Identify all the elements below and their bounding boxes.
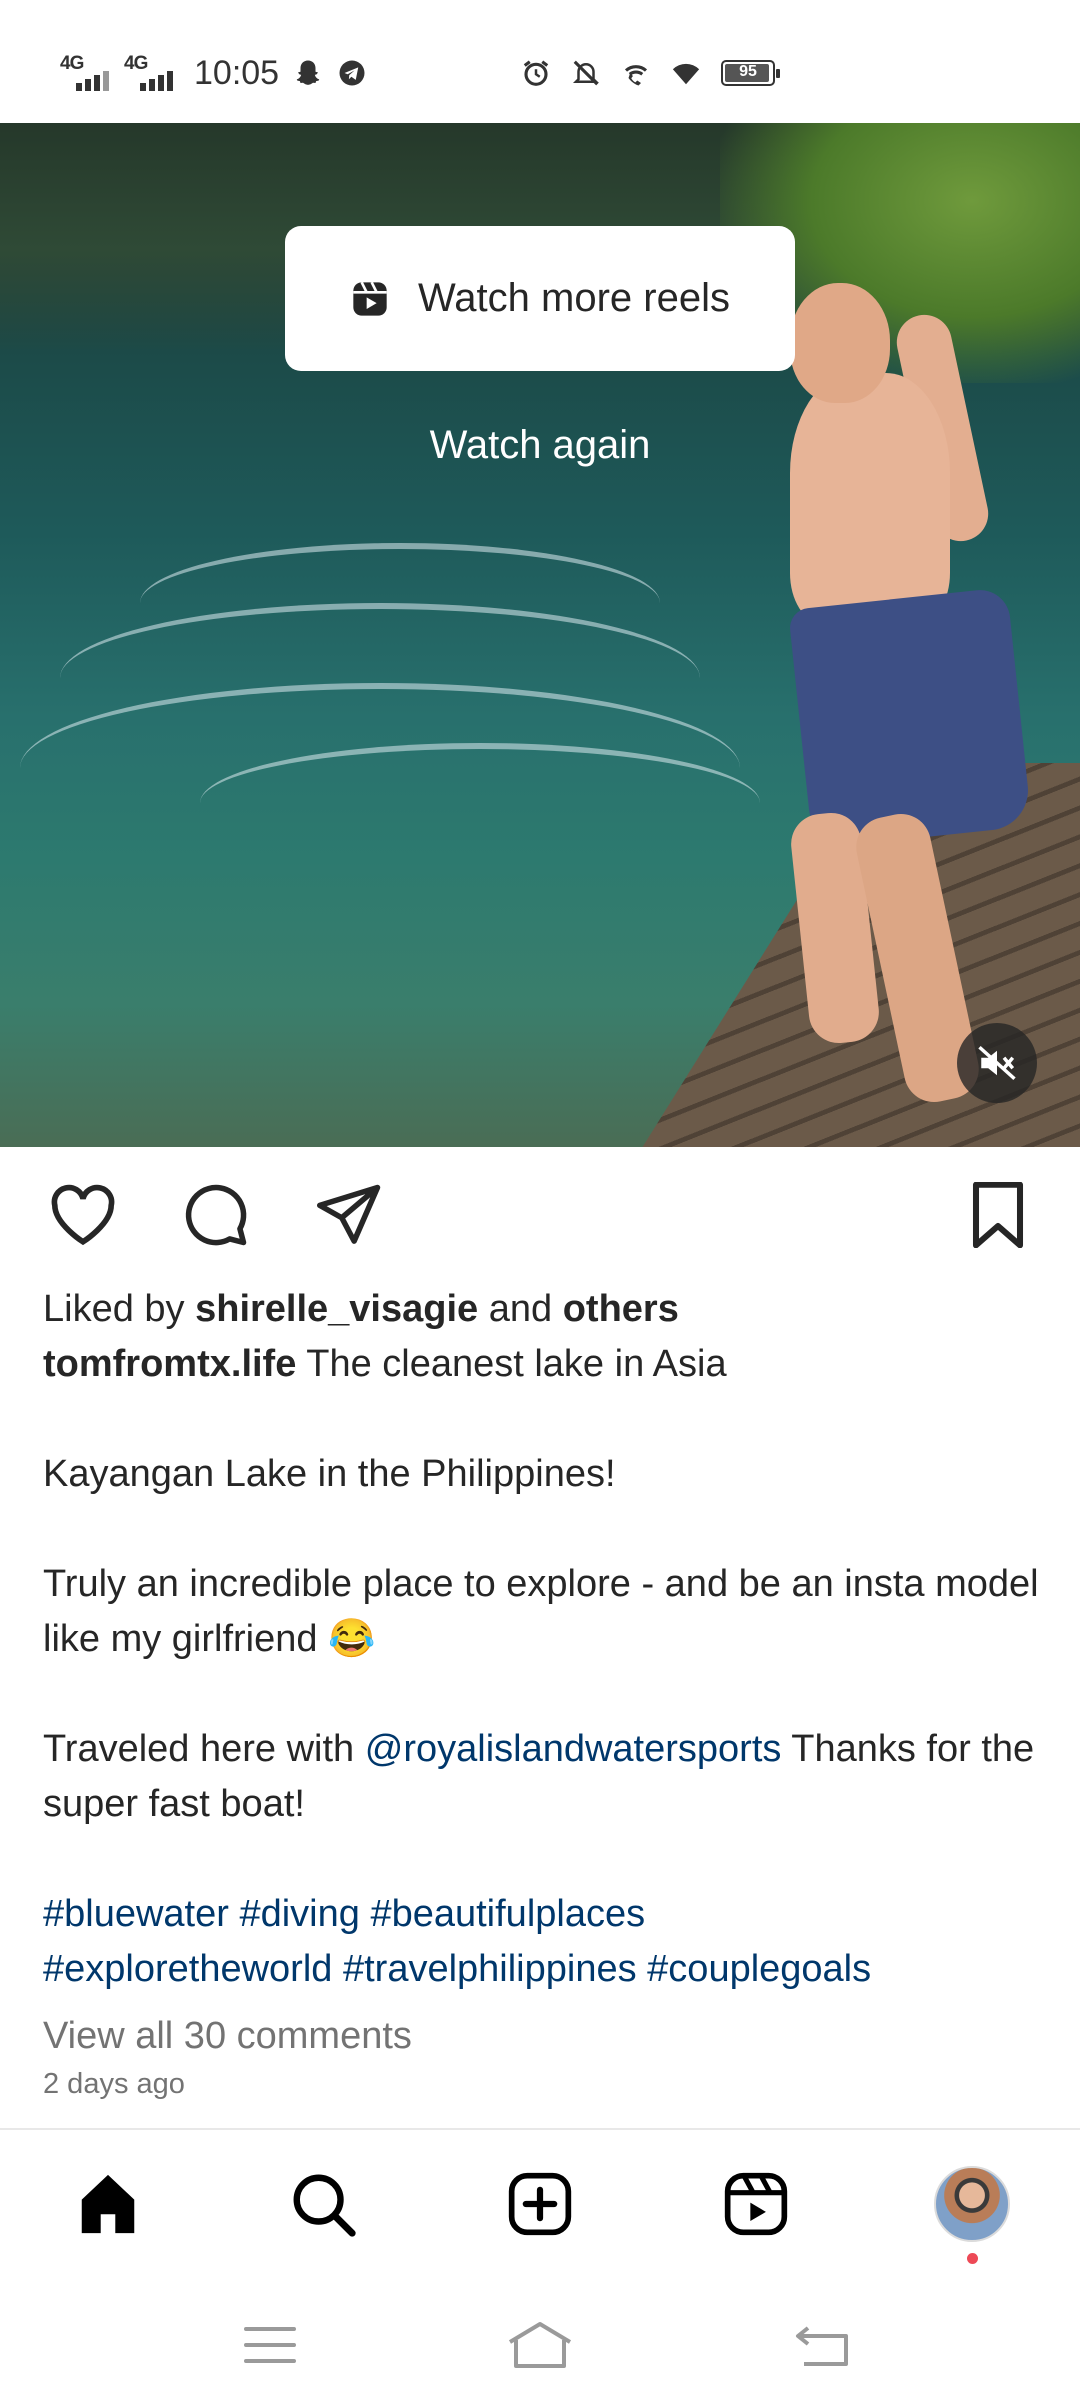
like-button[interactable]: [47, 1179, 119, 1251]
mention-link[interactable]: @royalislandwatersports: [365, 1728, 782, 1770]
nav-search[interactable]: [283, 2164, 363, 2244]
nav-home[interactable]: [68, 2164, 148, 2244]
bookmark-icon: [972, 1182, 1024, 1248]
bottom-nav: [0, 2130, 1080, 2275]
home-icon: [81, 2174, 135, 2234]
wifi-calling-icon: [624, 65, 648, 86]
wifi-icon: [672, 63, 700, 85]
reels-icon: [724, 2172, 788, 2236]
silent-mode-icon: [572, 60, 600, 86]
notification-dot: [967, 2253, 978, 2264]
system-navigation-bar: [0, 2275, 1080, 2400]
reels-icon: [353, 281, 387, 316]
profile-avatar: [934, 2166, 1010, 2242]
hashtag-link[interactable]: #beautifulplaces: [370, 1893, 645, 1935]
signal-4g-sim2-icon: 4G: [124, 53, 174, 93]
status-right: 95: [521, 55, 780, 91]
comment-icon: [185, 1184, 247, 1246]
snapchat-icon: [296, 60, 320, 85]
battery-icon: 95: [721, 60, 780, 86]
video-person: [790, 283, 890, 403]
post-timestamp: 2 days ago: [43, 2068, 185, 2100]
signal-4g-sim1-icon: 4G: [60, 53, 110, 93]
heart-icon: [51, 1184, 115, 1246]
watch-more-reels-button[interactable]: Watch more reels: [285, 226, 795, 371]
search-icon: [293, 2174, 356, 2237]
caption-first-line: tomfromtx.life The cleanest lake in Asia: [43, 1343, 727, 1385]
mute-toggle-button[interactable]: [957, 1023, 1037, 1103]
create-icon: [508, 2172, 572, 2236]
status-left: 4G 4G 10:05: [60, 48, 367, 98]
author-username-link[interactable]: tomfromtx.life: [43, 1343, 296, 1385]
view-all-comments-link[interactable]: View all 30 comments: [43, 2009, 1043, 2064]
home-outline-icon: [508, 2322, 572, 2368]
post-caption-area: Liked by shirelle_visagie and others tom…: [43, 1282, 1043, 2104]
status-bar: 4G 4G 10:05 95: [0, 0, 1080, 123]
system-back-button[interactable]: [782, 2315, 862, 2375]
hashtag-link[interactable]: #bluewater: [43, 1893, 229, 1935]
menu-icon: [244, 2327, 296, 2363]
send-icon: [317, 1184, 381, 1244]
caption-line-4: Traveled here with @royalislandwaterspor…: [43, 1728, 1035, 1825]
nav-create[interactable]: [500, 2164, 580, 2244]
hashtag-link[interactable]: #diving: [239, 1893, 359, 1935]
system-home-button[interactable]: [500, 2315, 580, 2375]
muted-speaker-icon: [978, 1045, 1016, 1081]
caption-line-3: Truly an incredible place to explore - a…: [43, 1563, 1039, 1660]
reel-video[interactable]: Watch more reels Watch again: [0, 123, 1080, 1147]
watch-again-button[interactable]: Watch again: [0, 423, 1080, 468]
liked-by-line: Liked by shirelle_visagie and others: [43, 1288, 679, 1330]
system-menu-button[interactable]: [230, 2315, 310, 2375]
telegram-icon: [339, 60, 365, 86]
hashtags: #bluewater #diving #beautifulplaces #exp…: [43, 1887, 1043, 1997]
post-actions: [0, 1147, 1080, 1282]
share-button[interactable]: [314, 1179, 386, 1251]
back-icon: [796, 2326, 848, 2366]
save-button[interactable]: [962, 1179, 1034, 1251]
comment-button[interactable]: [180, 1179, 252, 1251]
status-time: 10:05: [194, 53, 280, 92]
hashtag-link[interactable]: #couplegoals: [647, 1948, 871, 1990]
hashtag-link[interactable]: #travelphilippines: [343, 1948, 637, 1990]
nav-profile[interactable]: [932, 2164, 1012, 2244]
alarm-icon: [523, 60, 549, 86]
caption-line-2: Kayangan Lake in the Philippines!: [43, 1453, 616, 1495]
hashtag-link[interactable]: #exploretheworld: [43, 1948, 332, 1990]
liked-by-others-link[interactable]: others: [563, 1288, 679, 1330]
nav-reels[interactable]: [716, 2164, 796, 2244]
liked-by-user-link[interactable]: shirelle_visagie: [195, 1288, 478, 1330]
